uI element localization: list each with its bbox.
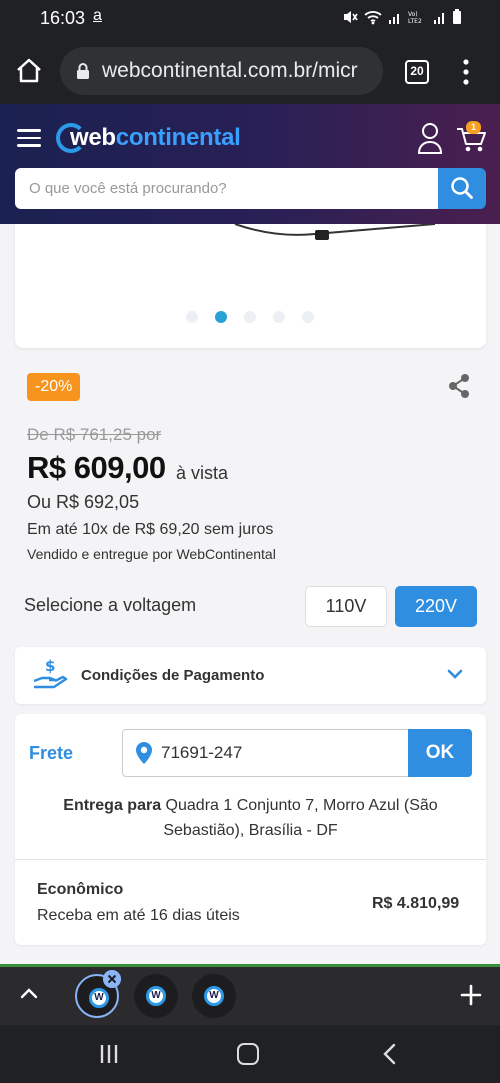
site-header: webcontinental 1 bbox=[0, 104, 500, 224]
system-navigation-bar bbox=[0, 1025, 500, 1083]
shipping-option-name: Econômico bbox=[37, 881, 124, 898]
tab-thumbnail[interactable]: W bbox=[134, 974, 178, 1018]
url-text: webcontinental.com.br/micr bbox=[102, 59, 358, 82]
mute-icon bbox=[344, 11, 358, 23]
voltage-option-220v[interactable]: 220V bbox=[395, 586, 477, 627]
signal-icon bbox=[389, 14, 399, 24]
status-time: 16:03 bbox=[40, 8, 86, 28]
voltage-option-110v[interactable]: 110V bbox=[305, 586, 387, 627]
home-nav-icon[interactable] bbox=[237, 1043, 259, 1065]
search-button[interactable] bbox=[438, 168, 486, 209]
new-tab-icon[interactable] bbox=[460, 984, 482, 1006]
svg-text:Vo): Vo) bbox=[408, 11, 418, 18]
gallery-dot-active[interactable] bbox=[215, 311, 227, 323]
battery-icon bbox=[453, 9, 461, 24]
status-bar: 16:03 a Vo) LTE2 bbox=[0, 0, 500, 38]
svg-text:$: $ bbox=[45, 657, 55, 675]
user-account-icon[interactable] bbox=[417, 122, 443, 154]
home-icon[interactable] bbox=[14, 56, 44, 86]
gallery-dot[interactable] bbox=[273, 311, 285, 323]
hamburger-menu-icon[interactable] bbox=[17, 129, 41, 147]
product-image-gallery[interactable] bbox=[15, 224, 486, 348]
alternative-price: Ou R$ 692,05 bbox=[27, 492, 140, 512]
chevron-up-icon[interactable] bbox=[20, 987, 38, 999]
shipping-option-price: R$ 4.810,99 bbox=[372, 895, 460, 912]
installments-text: Em até 10x de R$ 69,20 sem juros bbox=[27, 521, 274, 538]
signal-icon-2 bbox=[434, 13, 444, 24]
seller-text: Vendido e entregue por WebContinental bbox=[27, 546, 276, 562]
lock-icon bbox=[77, 63, 89, 79]
back-icon[interactable] bbox=[382, 1043, 396, 1065]
cart-count-badge: 1 bbox=[466, 121, 481, 134]
address-bar[interactable]: webcontinental.com.br/micr bbox=[60, 47, 383, 95]
notification-app-icon: a bbox=[93, 7, 102, 24]
divider bbox=[15, 859, 486, 860]
shipping-calculator: Frete OK Entrega para Quadra 1 Conjunto … bbox=[15, 714, 486, 945]
chevron-down-icon bbox=[447, 669, 463, 679]
discount-badge: -20% bbox=[27, 373, 81, 401]
calculate-shipping-button[interactable]: OK bbox=[408, 729, 472, 777]
gallery-dot[interactable] bbox=[186, 311, 198, 323]
gallery-dot[interactable] bbox=[244, 311, 256, 323]
lte-icon: Vo)LTE2 bbox=[408, 11, 422, 25]
current-price: R$ 609,00 bbox=[27, 450, 166, 485]
location-pin-icon bbox=[136, 742, 152, 764]
search-icon bbox=[451, 177, 473, 199]
payment-hand-icon: $ bbox=[33, 657, 68, 689]
webcontinental-logo[interactable]: webcontinental bbox=[56, 120, 241, 156]
more-options-icon[interactable] bbox=[460, 58, 472, 86]
shipping-option-time: Receba em até 16 dias úteis bbox=[37, 907, 240, 924]
payment-conditions-label: Condições de Pagamento bbox=[81, 667, 265, 684]
delivery-address: Entrega para Quadra 1 Conjunto 7, Morro … bbox=[45, 793, 456, 843]
webcontinental-favicon-icon: W bbox=[89, 988, 109, 1008]
cep-field-wrapper bbox=[122, 729, 409, 777]
shipping-label: Frete bbox=[29, 743, 74, 763]
share-icon[interactable] bbox=[447, 373, 471, 399]
tab-thumbnail[interactable]: W bbox=[192, 974, 236, 1018]
voltage-label: Selecione a voltagem bbox=[24, 595, 197, 615]
svg-text:LTE2: LTE2 bbox=[408, 18, 422, 25]
old-price: De R$ 761,25 por bbox=[27, 425, 162, 444]
recent-apps-icon[interactable] bbox=[99, 1044, 119, 1064]
logo-text: webcontinental bbox=[70, 124, 241, 151]
tab-switcher-button[interactable]: 20 bbox=[405, 60, 429, 84]
gallery-dot[interactable] bbox=[302, 311, 314, 323]
webcontinental-favicon-icon: W bbox=[146, 986, 166, 1006]
product-image bbox=[234, 224, 436, 240]
tab-strip: W W W bbox=[0, 967, 500, 1025]
cep-input[interactable] bbox=[161, 730, 401, 776]
price-suffix: à vista bbox=[176, 463, 229, 483]
payment-conditions-accordion[interactable]: $ Condições de Pagamento bbox=[15, 647, 486, 704]
webcontinental-favicon-icon: W bbox=[204, 986, 224, 1006]
search-input[interactable] bbox=[15, 168, 438, 209]
close-tab-icon[interactable] bbox=[103, 970, 121, 988]
delivery-prefix: Entrega para bbox=[63, 797, 162, 814]
browser-toolbar: webcontinental.com.br/micr 20 bbox=[0, 38, 500, 104]
status-icons: Vo) LTE2 bbox=[342, 9, 462, 25]
delivery-address-text: Quadra 1 Conjunto 7, Morro Azul (São Seb… bbox=[163, 797, 438, 839]
wifi-icon bbox=[364, 11, 382, 25]
gallery-pagination bbox=[186, 311, 314, 323]
